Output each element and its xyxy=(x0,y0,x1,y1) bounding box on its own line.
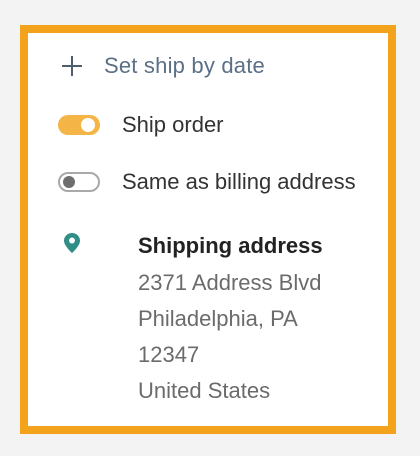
same-as-billing-toggle[interactable] xyxy=(58,172,100,192)
plus-icon xyxy=(62,56,82,76)
toggle-knob xyxy=(63,176,75,188)
address-line: Philadelphia, PA xyxy=(138,306,298,331)
shipping-address-lines: 2371 Address Blvd Philadelphia, PA 12347… xyxy=(138,265,321,409)
address-line: 2371 Address Blvd xyxy=(138,270,322,295)
address-line: United States xyxy=(138,378,271,403)
same-as-billing-label: Same as billing address xyxy=(122,169,356,194)
toggle-knob xyxy=(81,118,95,132)
ship-order-label: Ship order xyxy=(122,112,224,137)
set-ship-by-date-label: Set ship by date xyxy=(104,53,265,78)
location-pin-icon xyxy=(64,233,80,253)
ship-order-toggle[interactable] xyxy=(58,115,100,135)
set-ship-by-date-link[interactable]: Set ship by date xyxy=(62,47,388,85)
ship-order-row: Ship order xyxy=(58,106,388,144)
address-line: 12347 xyxy=(138,342,200,367)
same-as-billing-row: Same as billing address xyxy=(58,163,388,201)
shipping-panel: Set ship by date Ship order Same as bill… xyxy=(20,25,396,434)
shipping-address-title: Shipping address xyxy=(138,233,323,258)
